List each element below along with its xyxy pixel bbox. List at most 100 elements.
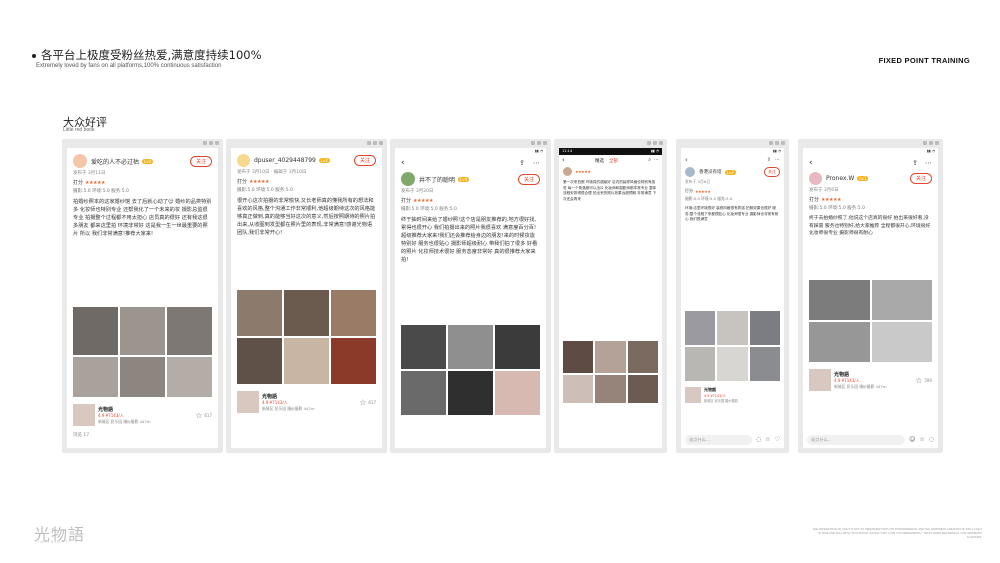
username[interactable]: 爱吃的人不必过枯 bbox=[91, 157, 139, 166]
username[interactable]: Pronex.W bbox=[826, 175, 854, 182]
username[interactable]: 香港没有塔 bbox=[699, 169, 722, 175]
stars-icon: ★★★★★ bbox=[575, 169, 591, 174]
review-photo[interactable] bbox=[717, 347, 748, 381]
shop-thumbnail bbox=[809, 369, 831, 391]
review-photo[interactable] bbox=[749, 311, 780, 345]
view-count: 浏览 17 bbox=[73, 433, 90, 438]
photo-grid bbox=[685, 311, 780, 381]
back-icon[interactable]: ‹ bbox=[401, 159, 405, 168]
review-photo[interactable] bbox=[237, 290, 282, 336]
avatar[interactable] bbox=[237, 154, 250, 167]
review-photo[interactable] bbox=[563, 341, 594, 373]
share-icon[interactable]: ⇪ bbox=[519, 160, 525, 167]
rating-label: 打分 bbox=[809, 197, 820, 203]
favorite-star-icon[interactable]: ☆ bbox=[359, 398, 366, 407]
review-photo[interactable] bbox=[563, 375, 594, 403]
post-date: 发布于 3月6日 bbox=[685, 179, 711, 184]
stars-icon: ★★★★★ bbox=[821, 196, 841, 203]
review-card: dpuser_4029448799 Lv2 关注 发布于 3月10日 · 编辑于… bbox=[226, 139, 387, 453]
review-photo[interactable] bbox=[401, 371, 446, 415]
review-photo[interactable] bbox=[749, 347, 780, 381]
comment-icon[interactable]: ◌ bbox=[756, 437, 761, 443]
favorite-star-icon[interactable]: ☆ bbox=[915, 376, 922, 385]
review-photo[interactable] bbox=[717, 311, 748, 345]
tab-all[interactable]: 全部 bbox=[609, 158, 618, 164]
score-breakdown: 摄影:5.0 环境:5.0 服务:5.0 bbox=[401, 207, 457, 212]
review-photo[interactable] bbox=[685, 347, 716, 381]
like-icon[interactable]: ♡ bbox=[775, 437, 780, 443]
review-photo[interactable] bbox=[595, 341, 626, 373]
avatar[interactable] bbox=[73, 154, 87, 168]
username[interactable]: 井不了的聪明 bbox=[419, 175, 455, 184]
review-photo[interactable] bbox=[627, 341, 658, 373]
rating-label: 打分 bbox=[237, 179, 248, 185]
score-breakdown: 摄影:5.0 环境:5.0 服务:5.0 bbox=[73, 189, 129, 194]
shop-thumbnail bbox=[73, 404, 95, 426]
stars-icon: ★★★★★ bbox=[249, 178, 269, 185]
more-icon[interactable]: ⋯ bbox=[654, 158, 659, 163]
review-photo[interactable] bbox=[448, 371, 493, 415]
more-icon[interactable]: ⋯ bbox=[925, 160, 932, 167]
review-photo[interactable] bbox=[237, 338, 282, 384]
review-photo[interactable] bbox=[167, 307, 212, 355]
photo-grid bbox=[809, 280, 932, 362]
comment-input[interactable]: 说点什么... bbox=[685, 435, 752, 445]
review-photo[interactable] bbox=[809, 280, 870, 320]
avatar[interactable] bbox=[809, 172, 822, 185]
star-icon[interactable]: ☆ bbox=[765, 437, 770, 443]
more-icon[interactable]: ⋯ bbox=[533, 160, 540, 167]
review-photo[interactable] bbox=[627, 375, 658, 403]
review-photo[interactable] bbox=[120, 307, 165, 355]
review-photo[interactable] bbox=[495, 325, 540, 369]
follow-button[interactable]: 关注 bbox=[909, 173, 932, 184]
status-bar: 11:14 ▮▮ ◔ bbox=[559, 148, 662, 155]
search-icon[interactable]: ⌕ bbox=[648, 158, 651, 163]
shop-card[interactable]: 光物語 4.9 ¥7143/人 新城区 民乐园 婚纱摄影 bbox=[685, 384, 780, 403]
star-icon[interactable]: ☆ bbox=[919, 437, 924, 443]
review-photo[interactable] bbox=[595, 375, 626, 403]
review-photo[interactable] bbox=[167, 357, 212, 397]
shop-card[interactable]: 光物語 4.9 ¥7143/人 新城区 民乐园 婚纱摄影 447m ☆ 590 bbox=[809, 366, 932, 391]
avatar[interactable] bbox=[685, 167, 695, 177]
tab-featured[interactable]: 精选 bbox=[595, 158, 604, 164]
favorite-count: 590 bbox=[924, 377, 932, 383]
comment-input[interactable]: 说点什么... bbox=[807, 435, 906, 445]
more-icon[interactable]: ⋯ bbox=[775, 158, 780, 163]
review-photo[interactable] bbox=[685, 311, 716, 345]
shop-address: 新城区 民乐园 婚纱摄影 447m bbox=[98, 418, 151, 424]
follow-button[interactable]: 关注 bbox=[353, 155, 376, 166]
review-photo[interactable] bbox=[120, 357, 165, 397]
review-photo[interactable] bbox=[73, 307, 118, 355]
avatar[interactable] bbox=[401, 172, 415, 186]
share-icon[interactable]: ⇪ bbox=[912, 160, 918, 167]
favorite-star-icon[interactable]: ☆ bbox=[195, 411, 202, 420]
score-breakdown: 摄影:5.0 环境:5.0 服务:5.0 bbox=[809, 206, 865, 211]
follow-button[interactable]: 关注 bbox=[517, 173, 540, 185]
review-photo[interactable] bbox=[331, 338, 376, 384]
review-photo[interactable] bbox=[448, 325, 493, 369]
shop-card[interactable]: 光物語 4.9 ¥7143/人 新城区 民乐园 婚纱摄影 447m ☆ 617 bbox=[237, 388, 376, 413]
review-photo[interactable] bbox=[331, 290, 376, 336]
share-icon[interactable]: ⇪ bbox=[767, 158, 771, 163]
emoji-icon[interactable]: ☺ bbox=[909, 437, 915, 443]
review-photo[interactable] bbox=[871, 322, 932, 362]
back-icon[interactable]: ‹ bbox=[562, 157, 565, 164]
photo-grid bbox=[73, 307, 212, 397]
review-photo[interactable] bbox=[495, 371, 540, 415]
avatar[interactable] bbox=[563, 167, 572, 176]
username[interactable]: dpuser_4029448799 bbox=[254, 157, 316, 164]
review-photo[interactable] bbox=[284, 290, 329, 336]
review-photo[interactable] bbox=[809, 322, 870, 362]
follow-button[interactable]: 关注 bbox=[764, 167, 780, 177]
review-photo[interactable] bbox=[284, 338, 329, 384]
shop-card[interactable]: 光物語 4.9 ¥7143/人 新城区 民乐园 婚纱摄影 447m ☆ 617 bbox=[73, 401, 212, 426]
back-icon[interactable]: ‹ bbox=[685, 157, 688, 164]
review-photo[interactable] bbox=[73, 357, 118, 397]
comment-icon[interactable]: ◌ bbox=[929, 437, 934, 443]
level-badge: Lv4 bbox=[142, 158, 154, 164]
back-icon[interactable]: ‹ bbox=[809, 159, 813, 168]
stars-icon: ★★★★★ bbox=[85, 179, 105, 186]
review-photo[interactable] bbox=[401, 325, 446, 369]
follow-button[interactable]: 关注 bbox=[189, 155, 212, 167]
review-photo[interactable] bbox=[871, 280, 932, 320]
